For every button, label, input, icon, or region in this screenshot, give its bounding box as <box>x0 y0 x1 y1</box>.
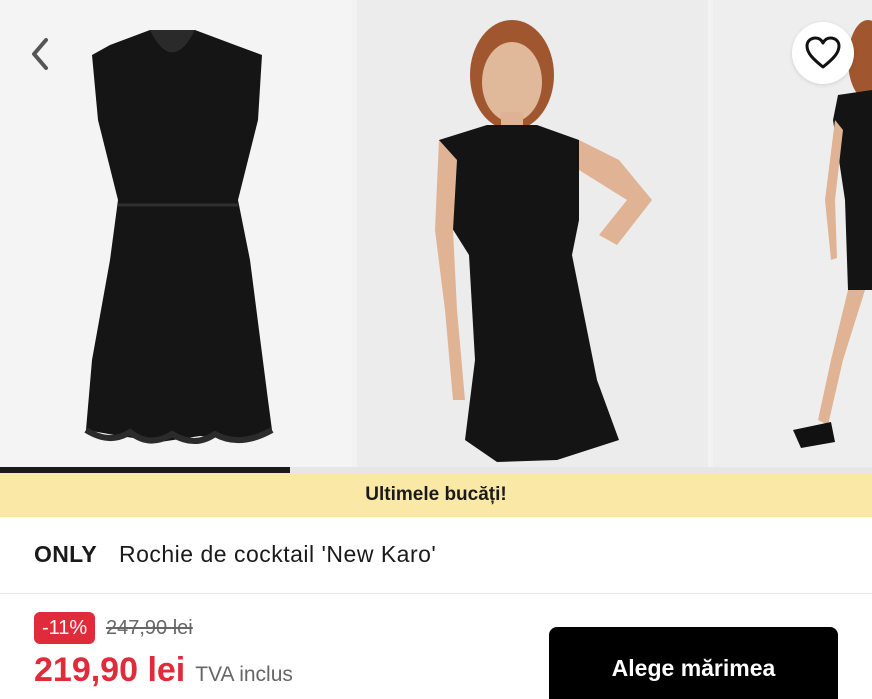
heart-icon <box>805 36 841 69</box>
low-stock-banner: Ultimele bucăți! <box>0 473 872 517</box>
product-title: ONLY Rochie de cocktail 'New Karo' <box>34 541 436 568</box>
low-stock-text: Ultimele bucăți! <box>365 484 507 505</box>
choose-size-button[interactable]: Alege mărimea <box>549 627 838 699</box>
vat-note: TVA inclus <box>195 663 293 686</box>
choose-size-label: Alege mărimea <box>611 655 776 681</box>
discount-badge: -11% <box>34 612 96 644</box>
current-price: 219,90 lei <box>34 651 186 689</box>
brand-name[interactable]: ONLY <box>34 541 97 568</box>
old-price: 247,90 lei <box>106 617 193 639</box>
price-row: 219,90 lei TVA inclus <box>34 651 293 690</box>
model-front-image[interactable] <box>357 0 708 469</box>
product-name: Rochie de cocktail 'New Karo' <box>118 541 437 567</box>
chevron-left-icon <box>32 38 48 70</box>
favorite-button[interactable] <box>792 22 854 84</box>
image-gallery[interactable] <box>0 0 872 469</box>
divider <box>0 593 872 594</box>
back-button[interactable] <box>24 34 60 74</box>
